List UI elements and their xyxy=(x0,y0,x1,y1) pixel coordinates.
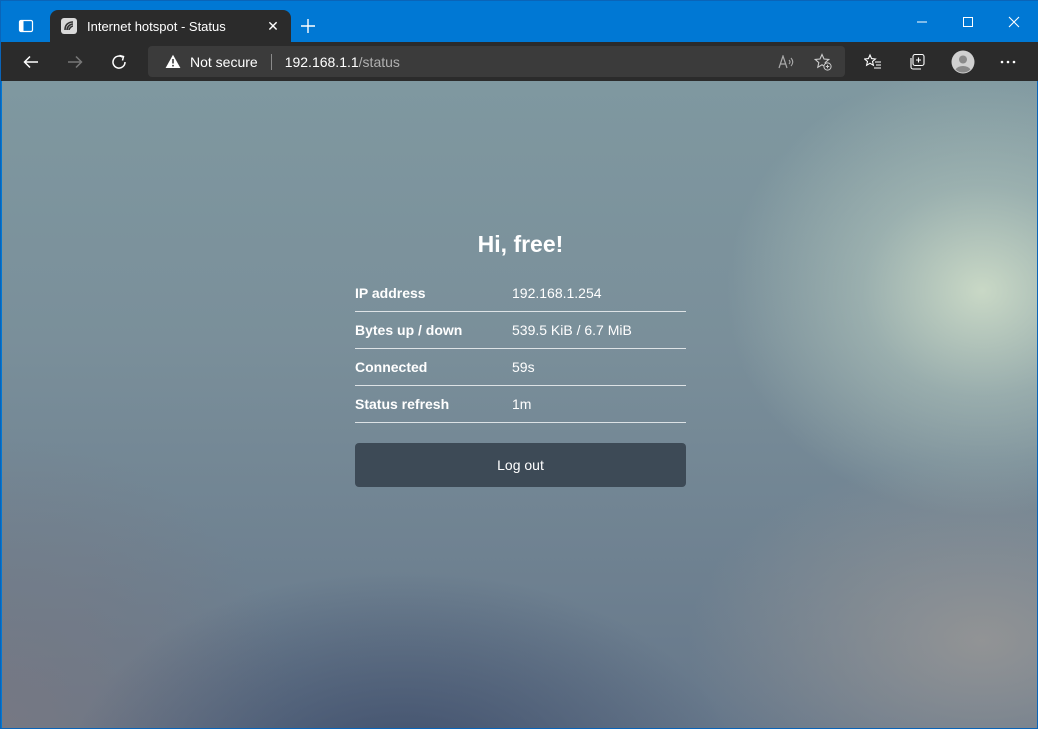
hotspot-favicon-icon xyxy=(61,18,77,34)
page-viewport: Hi, free! IP address 192.168.1.254 Bytes… xyxy=(2,81,1037,728)
row-label: Status refresh xyxy=(355,396,450,412)
tab-active[interactable]: Internet hotspot - Status ✕ xyxy=(50,10,291,42)
url-host: 192.168.1.1 xyxy=(284,53,359,70)
greeting-heading: Hi, free! xyxy=(477,231,564,257)
url-path: /status xyxy=(358,53,400,70)
refresh-icon[interactable] xyxy=(102,45,136,79)
read-aloud-icon[interactable] xyxy=(772,46,802,77)
table-row: IP address 192.168.1.254 xyxy=(355,275,686,312)
logout-button[interactable]: Log out xyxy=(355,443,686,487)
row-value: 59s xyxy=(512,359,535,375)
add-favorite-icon[interactable] xyxy=(808,46,838,77)
row-value: 1m xyxy=(512,396,532,412)
table-row: Status refresh 1m xyxy=(355,386,686,423)
tab-strip: Internet hotspot - Status ✕ xyxy=(1,1,1038,42)
row-label: Connected xyxy=(355,359,428,375)
tab-actions-icon[interactable] xyxy=(9,9,43,43)
row-label: IP address xyxy=(355,285,426,301)
maximize-icon[interactable] xyxy=(945,1,991,42)
browser-window: Internet hotspot - Status ✕ Not secure 1… xyxy=(0,0,1038,729)
tab-close-icon[interactable]: ✕ xyxy=(259,12,287,40)
url-text[interactable]: 192.168.1.1/status xyxy=(285,54,400,70)
row-value: 192.168.1.254 xyxy=(512,285,602,301)
minimize-icon[interactable] xyxy=(899,1,945,42)
profile-avatar-icon[interactable] xyxy=(946,45,980,79)
row-value: 539.5 KiB / 6.7 MiB xyxy=(512,322,632,338)
table-row: Connected 59s xyxy=(355,349,686,386)
row-label: Bytes up / down xyxy=(355,322,463,338)
table-row: Bytes up / down 539.5 KiB / 6.7 MiB xyxy=(355,312,686,349)
address-divider xyxy=(270,53,272,70)
back-icon[interactable] xyxy=(14,45,48,79)
forward-icon[interactable] xyxy=(58,45,92,79)
address-bar[interactable]: Not secure 192.168.1.1/status xyxy=(148,46,845,77)
collections-icon[interactable] xyxy=(900,45,934,79)
security-label[interactable]: Not secure xyxy=(190,54,258,70)
status-card: Hi, free! IP address 192.168.1.254 Bytes… xyxy=(355,231,686,487)
window-close-icon[interactable] xyxy=(991,1,1037,42)
tab-title: Internet hotspot - Status xyxy=(87,18,226,34)
new-tab-icon[interactable] xyxy=(295,13,321,39)
status-table: IP address 192.168.1.254 Bytes up / down… xyxy=(355,275,686,423)
warning-icon[interactable] xyxy=(165,54,181,69)
browser-toolbar: Not secure 192.168.1.1/status xyxy=(1,42,1038,81)
more-options-icon[interactable] xyxy=(991,45,1025,79)
favorites-icon[interactable] xyxy=(856,45,890,79)
